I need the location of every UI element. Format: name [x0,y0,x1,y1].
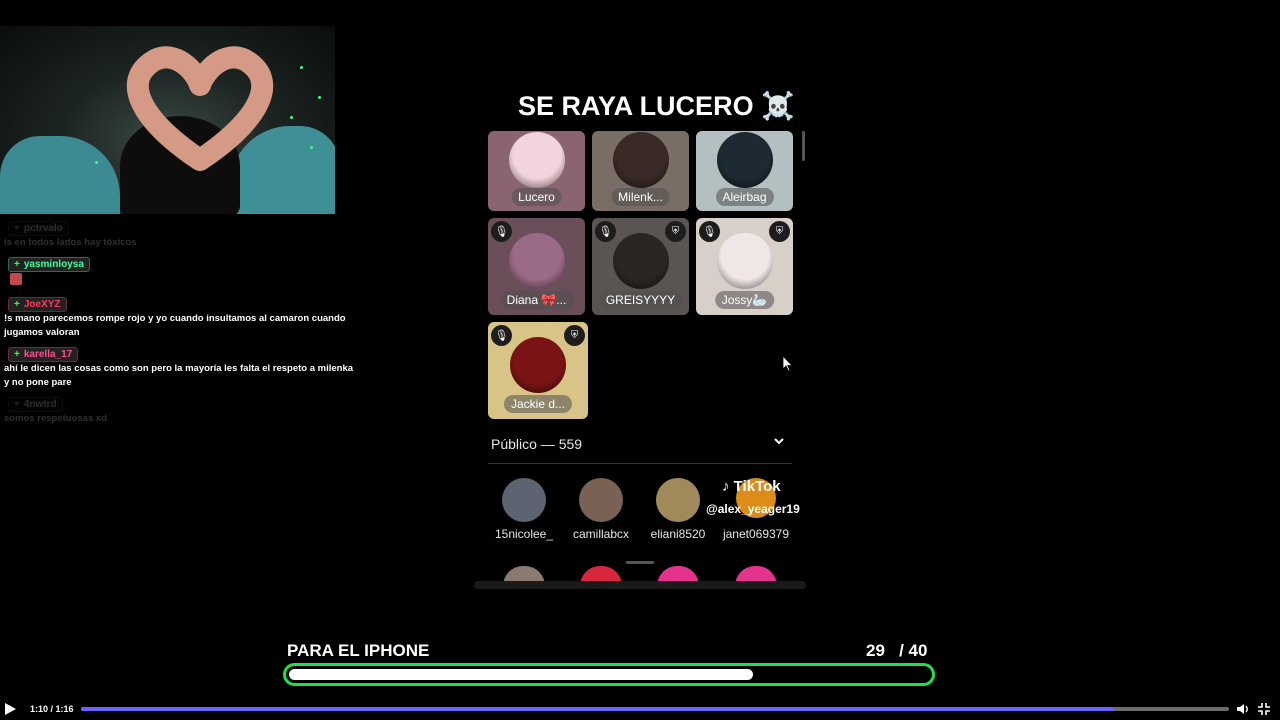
speaker-avatar [716,233,773,289]
emote-icon [10,273,22,285]
playback-time: 1:10 / 1:16 [30,704,74,714]
plus-icon: + [14,299,20,310]
speaker-tile[interactable]: Milenk... [592,131,689,211]
listener-item[interactable]: 15nicolee_ [484,478,564,541]
goal-progress-fill [289,669,753,680]
muted-mic-icon: 🎙 [595,221,616,242]
webcam-light-dot [300,66,303,69]
speaker-name: GREISYYYY [598,291,683,309]
moderator-shield-icon: ⛨ [665,221,686,242]
listener-item[interactable]: camillabcx [561,478,641,541]
goal-progress-bar [283,663,935,686]
tiktok-handle: @alex_yeager19 [706,502,800,516]
chat-message: + karella_17 ahí le dicen las cosas como … [0,344,360,390]
listener-name: camillabcx [572,527,629,541]
listener-name: 15nicolee_ [494,527,554,541]
speaker-name: Diana 🎀... [499,291,574,309]
listener-name: janet069379 [722,527,790,541]
chat-username-badge: + karella_17 [8,347,79,362]
chat-username: karella_17 [23,349,73,360]
speaker-avatar [508,132,565,188]
speaker-avatar [716,132,773,188]
plus-icon: + [14,259,20,270]
chat-panel: + pctrvalo is en todos lados hay tóxicos … [0,218,360,430]
plus-icon: + [14,349,20,360]
speaker-tile[interactable]: Aleirbag [696,131,793,211]
chat-text: !s mano parecemos rompe rojo y yo cuando… [4,313,346,338]
webcam-video [0,26,335,214]
chat-username-badge: + pctrvalo [8,221,69,236]
chat-message: + JoeXYZ !s mano parecemos rompe rojo y y… [0,294,360,340]
goal-count: 29 / 40 [866,641,928,660]
panel-bottom-bar [474,581,806,589]
chat-username: 4nwtrd [23,399,57,410]
chat-message: + yasminloysa [0,254,360,290]
moderator-shield-icon: ⛨ [564,325,585,346]
speaker-avatar [612,233,669,289]
speaker-tile[interactable]: 🎙 ⛨ Jackie d... [488,322,588,419]
chat-text: somos respetuosas xd [4,413,107,424]
chat-username: pctrvalo [23,223,63,234]
volume-icon[interactable] [1236,702,1250,716]
listener-avatar [656,478,700,522]
chat-username-badge: + yasminloysa [8,257,90,272]
chat-username-badge: + JoeXYZ [8,297,67,312]
speaker-name: Milenk... [611,188,670,206]
muted-mic-icon: 🎙 [491,221,512,242]
speaker-name: Jackie d... [503,395,573,413]
chat-username: yasminloysa [23,259,84,270]
muted-mic-icon: 🎙 [491,325,512,346]
webcam-light-dot [318,96,321,99]
webcam-light-dot [310,146,313,149]
tiktok-logo: ♪ TikTok [722,478,781,495]
seek-bar[interactable] [81,707,1229,711]
tiktok-watermark: ♪ TikTok @alex_yeager19 [706,478,806,518]
chat-text: ahí le dicen las cosas como son pero la … [4,363,354,388]
speaker-avatar [612,132,669,188]
drag-handle[interactable] [626,561,654,564]
scrollbar-thumb[interactable] [802,131,805,161]
listener-avatar [579,478,623,522]
stream-title: SE RAYA LUCERO ☠️ [518,91,795,121]
public-section-header[interactable]: Público — 559 [491,436,582,452]
exit-fullscreen-icon[interactable] [1257,702,1271,716]
speaker-name: Lucero [511,188,562,206]
chevron-down-icon[interactable] [772,434,786,451]
section-divider [488,463,792,464]
speaker-tile[interactable]: 🎙 Diana 🎀... [488,218,585,315]
chat-message: +4nwtrd somos respetuosas xd [0,394,360,426]
muted-mic-icon: 🎙 [699,221,720,242]
speaker-name: Jossy🦢 [714,291,775,309]
webcam-light-dot [95,161,98,164]
mouse-cursor-icon [782,354,793,372]
listener-name: eliani8520 [650,527,706,541]
speaker-avatar [508,233,565,289]
chat-username-badge: +4nwtrd [8,397,63,412]
chat-text: is en todos lados hay tóxicos [4,237,137,248]
webcam-light-dot [290,116,293,119]
speaker-tile[interactable]: 🎙 ⛨ Jossy🦢 [696,218,793,315]
play-icon[interactable] [5,703,16,715]
goal-label: PARA EL IPHONE [287,641,430,660]
chat-message: + pctrvalo is en todos lados hay tóxicos [0,218,360,250]
moderator-shield-icon: ⛨ [769,221,790,242]
speaker-name: Aleirbag [715,188,774,206]
discord-default-avatar-icon [502,478,546,522]
heart-hands-image [126,46,274,171]
plus-icon: + [14,399,20,410]
seek-bar-fill [81,707,1115,711]
speaker-avatar [510,337,566,393]
speaker-tile[interactable]: 🎙 ⛨ GREISYYYY [592,218,689,315]
plus-icon: + [14,223,20,234]
speaker-tile[interactable]: Lucero [488,131,585,211]
chat-username: JoeXYZ [23,299,61,310]
